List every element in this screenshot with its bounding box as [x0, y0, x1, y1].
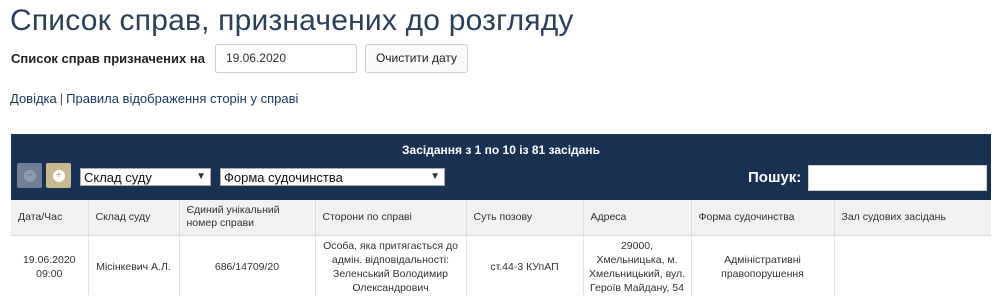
collapse-rows-button[interactable]: −	[17, 163, 42, 188]
page-title: Список справ, призначених до розгляду	[10, 4, 574, 37]
search-input[interactable]	[808, 165, 987, 191]
cell-hall	[834, 235, 991, 295]
column-header-parties[interactable]: Сторони по справі	[315, 200, 467, 235]
column-header-claim[interactable]: Суть позову	[466, 200, 584, 235]
expand-rows-button[interactable]: +	[46, 163, 71, 188]
chevron-down-icon: ▼	[196, 171, 206, 182]
table-toolbar: Засідання з 1 по 10 із 81 засідань − + С…	[11, 134, 991, 200]
expand-icon: +	[52, 169, 65, 182]
date-input[interactable]	[214, 43, 357, 73]
proceeding-form-select-value: Форма судочинства	[224, 169, 343, 185]
court-composition-select[interactable]: Склад суду ▼	[80, 168, 211, 186]
display-rules-link[interactable]: Правила відображення сторін у справі	[66, 91, 298, 106]
link-separator: |	[59, 91, 64, 106]
table-header-row: Дата/Час Склад суду Єдиний унікальний но…	[11, 200, 991, 235]
column-header-address[interactable]: Адреса	[583, 200, 692, 235]
proceeding-form-select[interactable]: Форма судочинства ▼	[220, 168, 445, 186]
records-caption: Засідання з 1 по 10 із 81 засідань	[402, 143, 600, 157]
chevron-down-icon: ▼	[430, 171, 440, 182]
cases-table: Дата/Час Склад суду Єдиний унікальний но…	[11, 200, 991, 295]
column-header-hall[interactable]: Зал судових засідань	[834, 200, 991, 235]
cell-case-number: 686/14709/20	[179, 235, 316, 295]
help-links: Довідка | Правила відображення сторін у сп…	[10, 91, 298, 106]
column-header-datetime[interactable]: Дата/Час	[11, 200, 89, 235]
help-link[interactable]: Довідка	[10, 91, 57, 106]
cell-form: Адміністративні правопорушення	[691, 235, 835, 295]
cell-judge: Місінкевич А.Л.	[88, 235, 180, 295]
clear-date-button[interactable]: Очистити дату	[364, 43, 469, 73]
search-label: Пошук:	[748, 169, 802, 186]
column-header-case-number[interactable]: Єдиний унікальний номер справи	[179, 200, 316, 235]
date-filter: Список справ призначених на Очистити дат…	[11, 43, 469, 73]
cell-address: 29000, Хмельницька, м. Хмельницький, вул…	[583, 235, 692, 295]
cell-datetime: 19.06.2020 09:00	[11, 235, 89, 295]
collapse-icon: −	[23, 169, 36, 182]
court-composition-select-value: Склад суду	[84, 169, 152, 185]
date-filter-label: Список справ призначених на	[11, 50, 205, 66]
cell-claim: ст.44-3 КУпАП	[466, 235, 584, 295]
cell-parties: Особа, яка притягається до адмін. відпов…	[315, 235, 467, 295]
column-header-judge[interactable]: Склад суду	[88, 200, 180, 235]
column-header-form[interactable]: Форма судочинства	[691, 200, 835, 235]
table-row[interactable]: 19.06.2020 09:00 Місінкевич А.Л. 686/147…	[11, 235, 991, 295]
